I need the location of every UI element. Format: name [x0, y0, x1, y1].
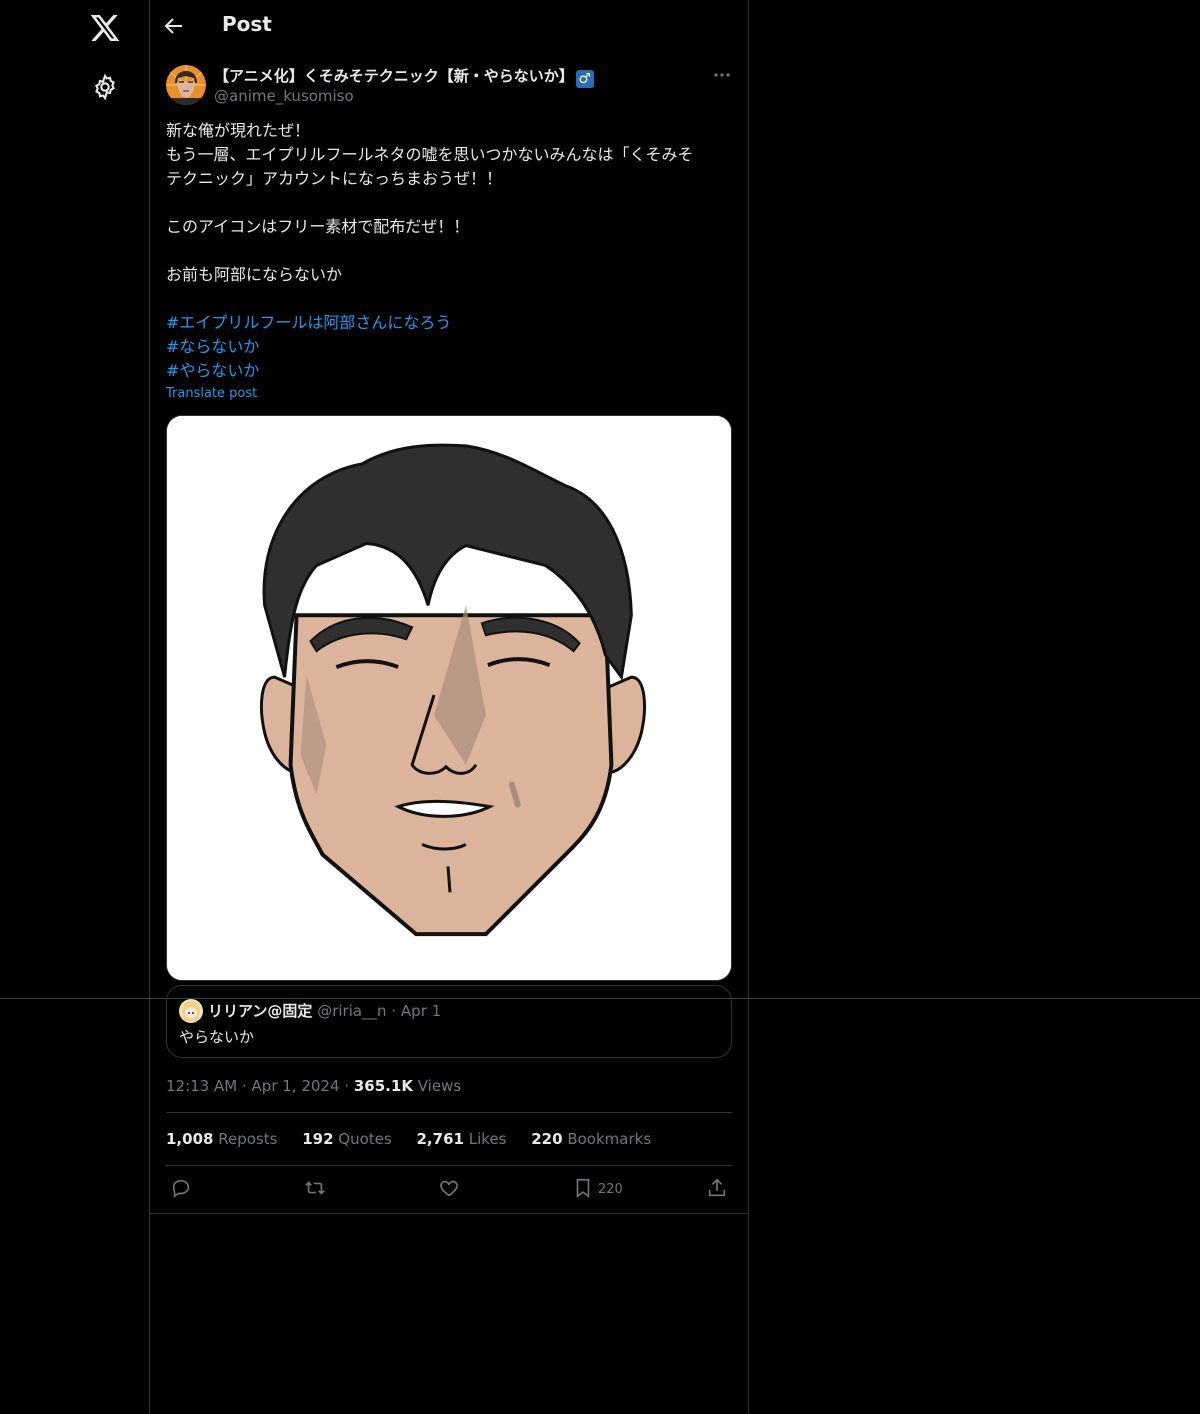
post-image[interactable]	[166, 415, 732, 981]
separator-dot: ·	[344, 1077, 350, 1095]
author-display-name: 【アニメ化】くそみそテクニック【新・やらないか】	[214, 67, 574, 85]
post-line: このアイコンはフリー素材で配布だぜ！！	[166, 217, 470, 236]
author-handle[interactable]: @anime_kusomiso	[214, 87, 354, 105]
reposts-label: Reposts	[218, 1130, 278, 1148]
back-arrow-icon[interactable]	[162, 14, 190, 42]
bookmark-count: 220	[598, 1182, 623, 1197]
bookmarks-label: Bookmarks	[567, 1130, 652, 1148]
post-line: テクニック」アカウントになっちまおうぜ！！	[166, 169, 503, 188]
bookmark-button[interactable]: 220	[572, 1177, 632, 1201]
post-date[interactable]: Apr 1, 2024	[252, 1077, 340, 1095]
post-line	[166, 287, 732, 311]
quote-author-handle: @riria__n	[317, 1002, 387, 1020]
x-logo-icon[interactable]	[89, 12, 121, 44]
separator-dot: ·	[391, 1002, 397, 1020]
post-time[interactable]: 12:13 AM	[166, 1077, 237, 1095]
page-title: Post	[222, 12, 272, 36]
engagement-stats: 1,008 Reposts 192 Quotes 2,761 Likes 220…	[166, 1130, 671, 1148]
bookmarks-stat[interactable]: 220 Bookmarks	[531, 1130, 651, 1148]
likes-label: Likes	[468, 1130, 507, 1148]
bookmark-icon	[576, 1178, 590, 1198]
left-nav	[0, 0, 150, 1414]
quote-date: Apr 1	[400, 1002, 442, 1020]
likes-stat[interactable]: 2,761 Likes	[417, 1130, 507, 1148]
translate-post-link[interactable]: Translate post	[166, 386, 257, 401]
post-line: もう一層、エイプリルフールネタの嘘を思いつかないみんなは「くそみそ	[166, 145, 694, 164]
action-bar: 220	[166, 1177, 732, 1201]
divider	[166, 1112, 732, 1113]
settings-gear-icon[interactable]	[91, 73, 119, 101]
post-header: Post	[150, 0, 748, 54]
reply-icon[interactable]	[170, 1177, 192, 1201]
views-label: Views	[417, 1077, 462, 1095]
quotes-label: Quotes	[338, 1130, 392, 1148]
divider	[166, 1165, 732, 1166]
quote-author-name: リリアン@固定	[208, 1002, 313, 1020]
divider	[150, 1213, 748, 1214]
post-line	[166, 191, 732, 215]
quotes-count: 192	[302, 1130, 334, 1148]
post-line	[166, 239, 732, 263]
hashtag-link[interactable]: #エイプリルフールは阿部さんになろう	[166, 311, 732, 335]
author-name[interactable]: 【アニメ化】くそみそテクニック【新・やらないか】 ♂	[214, 65, 594, 88]
views-count: 365.1K	[353, 1077, 413, 1095]
hashtag-link[interactable]: #ならないか	[166, 335, 732, 359]
post-text: 新な俺が現れたぜ！ もう一層、エイプリルフールネタの嘘を思いつかないみんなは「く…	[166, 119, 732, 383]
quoted-post[interactable]: リリアン@固定 @riria__n · Apr 1 やらないか	[166, 985, 732, 1058]
quote-text: やらないか	[179, 1028, 255, 1046]
quote-author-avatar	[179, 999, 203, 1023]
repost-icon[interactable]	[304, 1177, 326, 1201]
reposts-stat[interactable]: 1,008 Reposts	[166, 1130, 277, 1148]
likes-count: 2,761	[416, 1130, 464, 1148]
post-line: お前も阿部にならないか	[166, 265, 343, 284]
main-column: Post 【アニメ化】くそみそテクニック【新・やらないか】 ♂ @anime_ku	[150, 0, 749, 1414]
post-line: 新な俺が現れたぜ！	[166, 121, 311, 140]
separator-dot: ·	[241, 1077, 247, 1095]
like-heart-icon[interactable]	[438, 1177, 460, 1201]
share-icon[interactable]	[706, 1177, 728, 1201]
bookmarks-count: 220	[531, 1130, 563, 1148]
male-sign-icon: ♂	[575, 70, 594, 88]
app-root: Post 【アニメ化】くそみそテクニック【新・やらないか】 ♂ @anime_ku	[0, 0, 1200, 1414]
hashtag-link[interactable]: #やらないか	[166, 359, 732, 383]
more-options-icon[interactable]	[710, 64, 734, 88]
post-timestamp-row: 12:13 AM · Apr 1, 2024 · 365.1K Views	[166, 1077, 461, 1095]
quotes-stat[interactable]: 192 Quotes	[302, 1130, 392, 1148]
author-avatar[interactable]	[166, 65, 206, 105]
reposts-count: 1,008	[166, 1130, 214, 1148]
quote-meta: リリアン@固定 @riria__n · Apr 1	[208, 1000, 441, 1021]
